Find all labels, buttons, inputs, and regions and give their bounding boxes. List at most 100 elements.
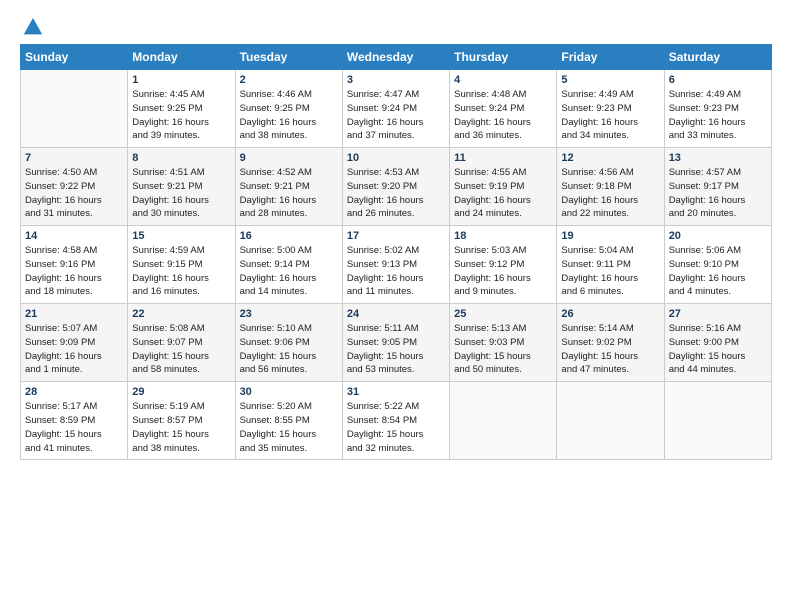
cell-info: Sunrise: 4:58 AM Sunset: 9:16 PM Dayligh…: [25, 244, 123, 299]
col-header-friday: Friday: [557, 45, 664, 70]
calendar-cell: 4 Sunrise: 4:48 AM Sunset: 9:24 PM Daylig…: [450, 70, 557, 148]
calendar-cell: [664, 382, 771, 460]
cell-info: Sunrise: 5:04 AM Sunset: 9:11 PM Dayligh…: [561, 244, 659, 299]
col-header-wednesday: Wednesday: [342, 45, 449, 70]
cell-info: Sunrise: 4:51 AM Sunset: 9:21 PM Dayligh…: [132, 166, 230, 221]
day-number: 9: [240, 152, 338, 164]
calendar-table: SundayMondayTuesdayWednesdayThursdayFrid…: [20, 44, 772, 460]
day-number: 19: [561, 230, 659, 242]
cell-info: Sunrise: 5:22 AM Sunset: 8:54 PM Dayligh…: [347, 400, 445, 455]
cell-info: Sunrise: 4:47 AM Sunset: 9:24 PM Dayligh…: [347, 88, 445, 143]
cell-info: Sunrise: 5:14 AM Sunset: 9:02 PM Dayligh…: [561, 322, 659, 377]
col-header-sunday: Sunday: [21, 45, 128, 70]
calendar-cell: 2Sunrise: 4:46 AM Sunset: 9:25 PM Daylig…: [235, 70, 342, 148]
calendar-cell: 22 Sunrise: 5:08 AM Sunset: 9:07 PM Dayli…: [128, 304, 235, 382]
calendar-cell: 17Sunrise: 5:02 AM Sunset: 9:13 PM Dayli…: [342, 226, 449, 304]
cell-info: Sunrise: 4:53 AM Sunset: 9:20 PM Dayligh…: [347, 166, 445, 221]
day-number: 24: [347, 308, 445, 320]
col-header-saturday: Saturday: [664, 45, 771, 70]
calendar-cell: 16 Sunrise: 5:00 AM Sunset: 9:14 PM Dayli…: [235, 226, 342, 304]
cell-info: Sunrise: 4:50 AM Sunset: 9:22 PM Dayligh…: [25, 166, 123, 221]
day-number: 10: [347, 152, 445, 164]
calendar-cell: 8 Sunrise: 4:51 AM Sunset: 9:21 PM Daylig…: [128, 148, 235, 226]
calendar-cell: 27Sunrise: 5:16 AM Sunset: 9:00 PM Dayli…: [664, 304, 771, 382]
day-number: 23: [240, 308, 338, 320]
calendar-cell: 28 Sunrise: 5:17 AM Sunset: 8:59 PM Dayli…: [21, 382, 128, 460]
calendar-cell: 25 Sunrise: 5:13 AM Sunset: 9:03 PM Dayli…: [450, 304, 557, 382]
day-number: 22: [132, 308, 230, 320]
calendar-cell: 12 Sunrise: 4:56 AM Sunset: 9:18 PM Dayli…: [557, 148, 664, 226]
day-number: 26: [561, 308, 659, 320]
logo-icon: [22, 16, 44, 38]
calendar-cell: 31 Sunrise: 5:22 AM Sunset: 8:54 PM Dayli…: [342, 382, 449, 460]
day-number: 31: [347, 386, 445, 398]
calendar-cell: [21, 70, 128, 148]
page: SundayMondayTuesdayWednesdayThursdayFrid…: [0, 0, 792, 612]
cell-info: Sunrise: 4:52 AM Sunset: 9:21 PM Dayligh…: [240, 166, 338, 221]
day-number: 4: [454, 74, 552, 86]
header: [20, 16, 772, 34]
calendar-cell: 11 Sunrise: 4:55 AM Sunset: 9:19 PM Dayli…: [450, 148, 557, 226]
day-number: 30: [240, 386, 338, 398]
calendar-cell: 1 Sunrise: 4:45 AM Sunset: 9:25 PM Daylig…: [128, 70, 235, 148]
day-number: 3: [347, 74, 445, 86]
cell-info: Sunrise: 5:19 AM Sunset: 8:57 PM Dayligh…: [132, 400, 230, 455]
day-number: 8: [132, 152, 230, 164]
day-number: 29: [132, 386, 230, 398]
week-row-0: 1 Sunrise: 4:45 AM Sunset: 9:25 PM Daylig…: [21, 70, 772, 148]
day-number: 7: [25, 152, 123, 164]
calendar-cell: 21Sunrise: 5:07 AM Sunset: 9:09 PM Dayli…: [21, 304, 128, 382]
cell-info: Sunrise: 4:57 AM Sunset: 9:17 PM Dayligh…: [669, 166, 767, 221]
col-header-monday: Monday: [128, 45, 235, 70]
day-number: 18: [454, 230, 552, 242]
calendar-cell: 5Sunrise: 4:49 AM Sunset: 9:23 PM Daylig…: [557, 70, 664, 148]
day-number: 1: [132, 74, 230, 86]
cell-info: Sunrise: 4:48 AM Sunset: 9:24 PM Dayligh…: [454, 88, 552, 143]
day-number: 27: [669, 308, 767, 320]
cell-info: Sunrise: 4:55 AM Sunset: 9:19 PM Dayligh…: [454, 166, 552, 221]
cell-info: Sunrise: 4:46 AM Sunset: 9:25 PM Dayligh…: [240, 88, 338, 143]
cell-info: Sunrise: 5:00 AM Sunset: 9:14 PM Dayligh…: [240, 244, 338, 299]
day-number: 28: [25, 386, 123, 398]
day-number: 16: [240, 230, 338, 242]
header-row: SundayMondayTuesdayWednesdayThursdayFrid…: [21, 45, 772, 70]
calendar-cell: 3 Sunrise: 4:47 AM Sunset: 9:24 PM Daylig…: [342, 70, 449, 148]
calendar-cell: 18 Sunrise: 5:03 AM Sunset: 9:12 PM Dayli…: [450, 226, 557, 304]
col-header-thursday: Thursday: [450, 45, 557, 70]
calendar-cell: 6Sunrise: 4:49 AM Sunset: 9:23 PM Daylig…: [664, 70, 771, 148]
cell-info: Sunrise: 4:49 AM Sunset: 9:23 PM Dayligh…: [561, 88, 659, 143]
cell-info: Sunrise: 4:49 AM Sunset: 9:23 PM Dayligh…: [669, 88, 767, 143]
cell-info: Sunrise: 5:20 AM Sunset: 8:55 PM Dayligh…: [240, 400, 338, 455]
cell-info: Sunrise: 5:06 AM Sunset: 9:10 PM Dayligh…: [669, 244, 767, 299]
logo: [20, 16, 44, 34]
calendar-cell: 10 Sunrise: 4:53 AM Sunset: 9:20 PM Dayli…: [342, 148, 449, 226]
day-number: 20: [669, 230, 767, 242]
col-header-tuesday: Tuesday: [235, 45, 342, 70]
day-number: 13: [669, 152, 767, 164]
day-number: 12: [561, 152, 659, 164]
day-number: 15: [132, 230, 230, 242]
day-number: 14: [25, 230, 123, 242]
week-row-1: 7 Sunrise: 4:50 AM Sunset: 9:22 PM Daylig…: [21, 148, 772, 226]
calendar-cell: 30 Sunrise: 5:20 AM Sunset: 8:55 PM Dayli…: [235, 382, 342, 460]
cell-info: Sunrise: 4:45 AM Sunset: 9:25 PM Dayligh…: [132, 88, 230, 143]
week-row-2: 14 Sunrise: 4:58 AM Sunset: 9:16 PM Dayli…: [21, 226, 772, 304]
cell-info: Sunrise: 5:03 AM Sunset: 9:12 PM Dayligh…: [454, 244, 552, 299]
day-number: 17: [347, 230, 445, 242]
cell-info: Sunrise: 5:08 AM Sunset: 9:07 PM Dayligh…: [132, 322, 230, 377]
calendar-cell: 19 Sunrise: 5:04 AM Sunset: 9:11 PM Dayli…: [557, 226, 664, 304]
calendar-cell: 24Sunrise: 5:11 AM Sunset: 9:05 PM Dayli…: [342, 304, 449, 382]
cell-info: Sunrise: 5:13 AM Sunset: 9:03 PM Dayligh…: [454, 322, 552, 377]
day-number: 21: [25, 308, 123, 320]
calendar-cell: [450, 382, 557, 460]
cell-info: Sunrise: 5:10 AM Sunset: 9:06 PM Dayligh…: [240, 322, 338, 377]
day-number: 11: [454, 152, 552, 164]
cell-info: Sunrise: 4:56 AM Sunset: 9:18 PM Dayligh…: [561, 166, 659, 221]
calendar-cell: [557, 382, 664, 460]
cell-info: Sunrise: 5:17 AM Sunset: 8:59 PM Dayligh…: [25, 400, 123, 455]
calendar-cell: 29 Sunrise: 5:19 AM Sunset: 8:57 PM Dayli…: [128, 382, 235, 460]
week-row-3: 21Sunrise: 5:07 AM Sunset: 9:09 PM Dayli…: [21, 304, 772, 382]
cell-info: Sunrise: 4:59 AM Sunset: 9:15 PM Dayligh…: [132, 244, 230, 299]
day-number: 25: [454, 308, 552, 320]
calendar-cell: 20 Sunrise: 5:06 AM Sunset: 9:10 PM Dayli…: [664, 226, 771, 304]
